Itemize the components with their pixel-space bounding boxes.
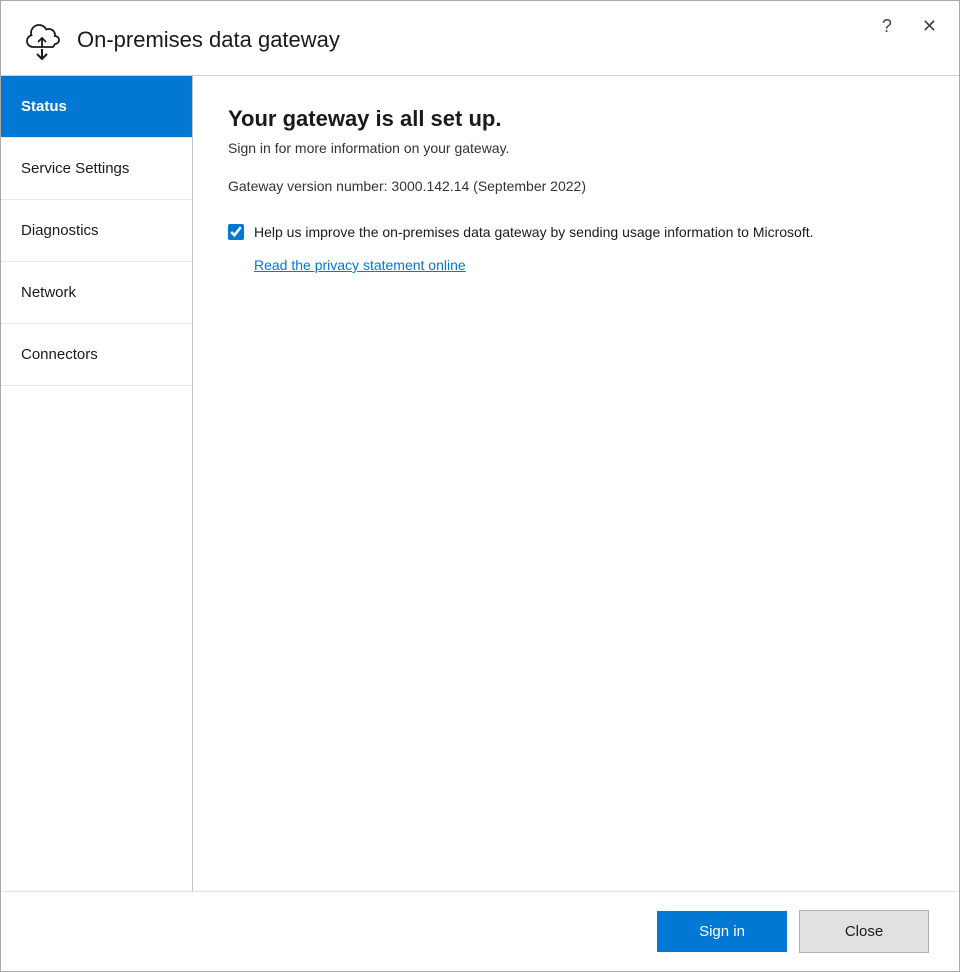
main-content: Your gateway is all set up. Sign in for …	[193, 76, 959, 891]
help-button[interactable]: ?	[876, 15, 898, 37]
app-window: On-premises data gateway ? ✕ Status Serv…	[0, 0, 960, 972]
privacy-link[interactable]: Read the privacy statement online	[254, 257, 924, 273]
close-button[interactable]: Close	[799, 910, 929, 953]
signin-button[interactable]: Sign in	[657, 911, 787, 952]
sidebar-item-service-settings[interactable]: Service Settings	[1, 138, 192, 200]
close-window-button[interactable]: ✕	[916, 15, 943, 37]
sidebar-item-status[interactable]: Status	[1, 76, 192, 138]
sidebar-item-network[interactable]: Network	[1, 262, 192, 324]
app-icon	[21, 19, 63, 61]
usage-checkbox[interactable]	[228, 224, 244, 240]
window-title: On-premises data gateway	[77, 27, 939, 53]
sidebar: Status Service Settings Diagnostics Netw…	[1, 76, 193, 891]
footer: Sign in Close	[1, 891, 959, 971]
window-controls: ? ✕	[876, 15, 943, 37]
version-info: Gateway version number: 3000.142.14 (Sep…	[228, 178, 924, 194]
status-title: Your gateway is all set up.	[228, 106, 924, 132]
title-bar: On-premises data gateway ? ✕	[1, 1, 959, 76]
usage-checkbox-wrapper	[228, 224, 244, 245]
content-area: Status Service Settings Diagnostics Netw…	[1, 76, 959, 891]
status-subtitle: Sign in for more information on your gat…	[228, 140, 924, 156]
usage-checkbox-label[interactable]: Help us improve the on-premises data gat…	[254, 222, 814, 243]
usage-info-section: Help us improve the on-premises data gat…	[228, 222, 924, 245]
sidebar-item-diagnostics[interactable]: Diagnostics	[1, 200, 192, 262]
sidebar-item-connectors[interactable]: Connectors	[1, 324, 192, 386]
